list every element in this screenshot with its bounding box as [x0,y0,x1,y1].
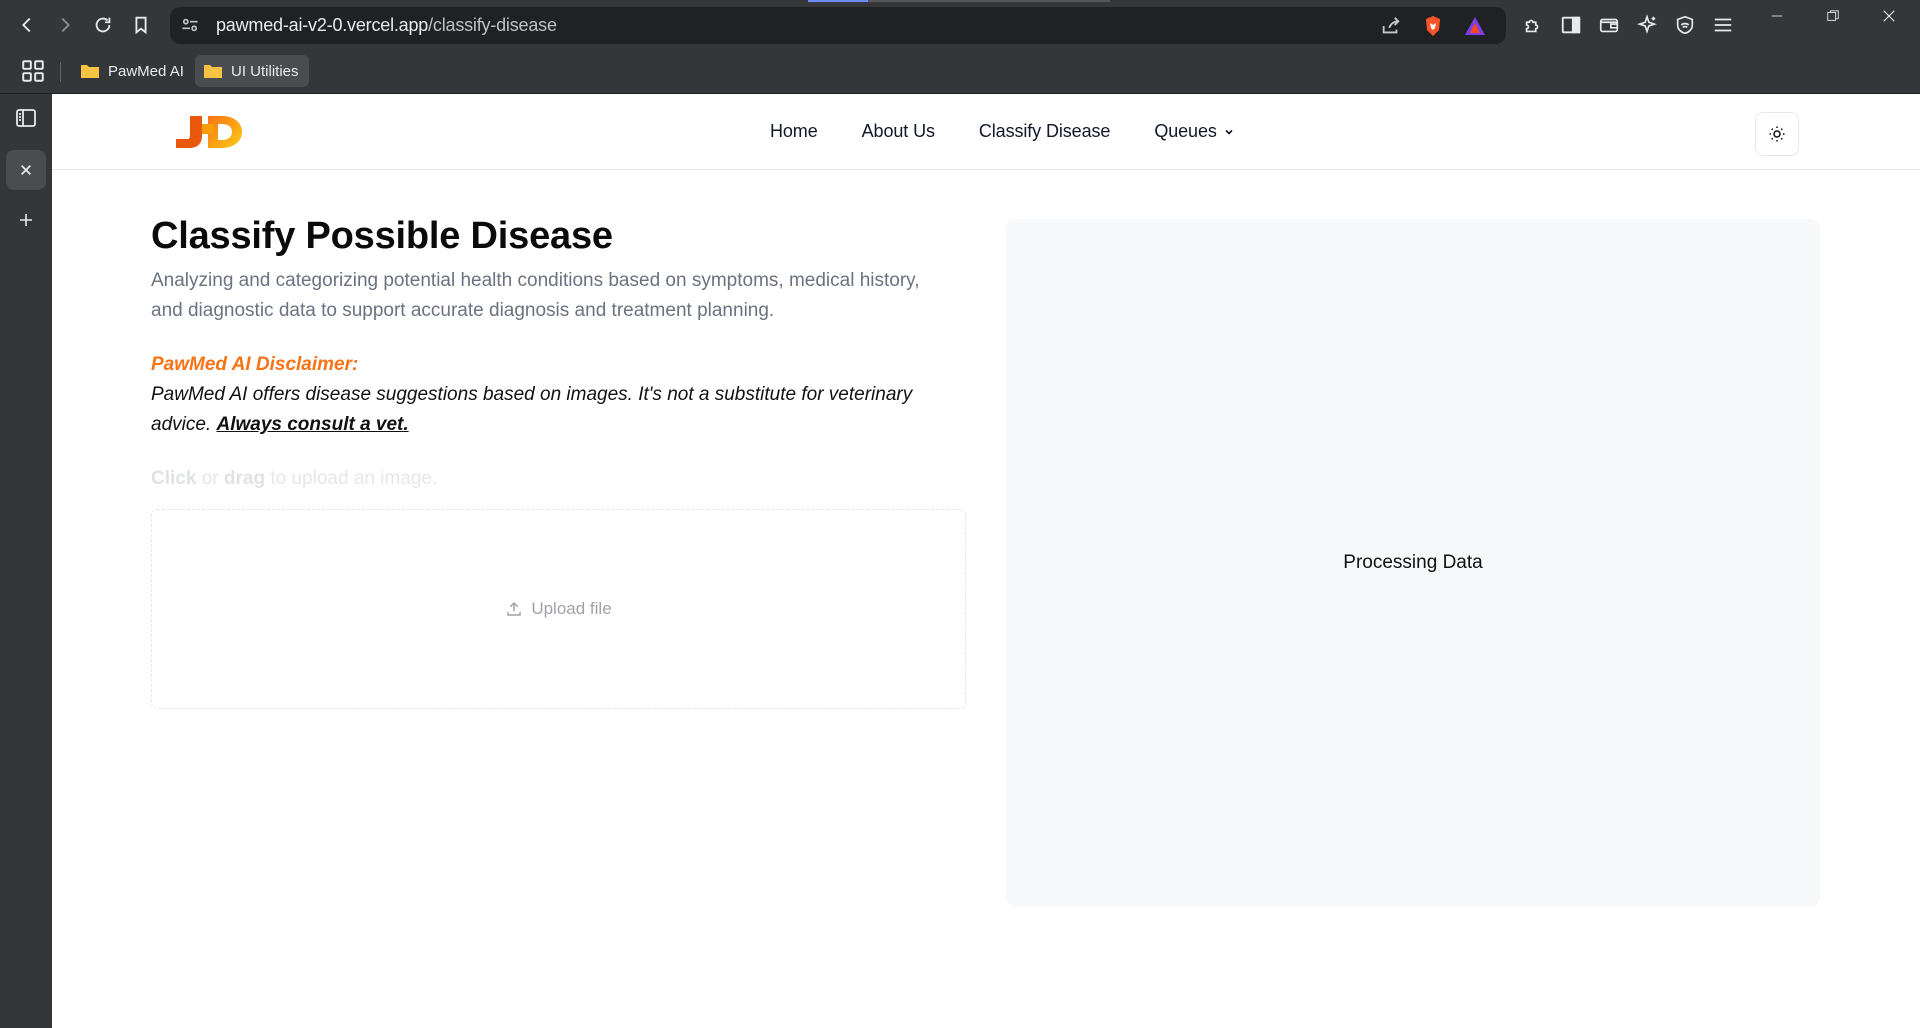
extensions-icon[interactable] [1518,10,1548,40]
upload-hint: Click or drag to upload an image. [151,464,971,494]
share-icon[interactable] [1378,13,1404,39]
restore-icon[interactable] [1810,2,1856,30]
processing-status: Processing Data [1343,552,1483,573]
minimize-icon[interactable] [1754,2,1800,30]
forward-icon[interactable] [50,10,80,40]
bookmark-label: PawMed AI [108,62,184,80]
consult-vet-link[interactable]: Always consult a vet. [216,414,408,435]
upload-hint-click: Click [151,468,197,489]
web-page: Home About Us Classify Disease Queues Cl… [52,94,1920,1028]
tab-strip [868,0,1110,2]
classify-section: Classify Possible Disease Analyzing and … [151,212,971,494]
site-navbar: Home About Us Classify Disease Queues [52,94,1920,170]
reload-icon[interactable] [88,10,118,40]
site-logo[interactable] [172,110,252,154]
sidebar-toggle-icon[interactable] [1556,10,1586,40]
bookmark-label: UI Utilities [231,62,299,80]
wallet-icon[interactable] [1594,10,1624,40]
upload-button[interactable]: Upload file [505,599,612,619]
bookmarks-bar: PawMed AI UI Utilities [0,50,1920,94]
sidebar-panel-icon[interactable] [6,98,46,138]
menu-icon[interactable] [1708,10,1738,40]
nav-about-us[interactable]: About Us [862,121,935,142]
leo-ai-icon[interactable] [1632,10,1662,40]
site-settings-icon[interactable] [180,15,200,35]
close-window-icon[interactable] [1866,2,1912,30]
nav-home[interactable]: Home [770,121,818,142]
page-title: Classify Possible Disease [151,215,613,257]
address-bar[interactable]: pawmed-ai-v2-0.vercel.app/classify-disea… [170,7,1506,44]
apps-grid-icon[interactable] [20,58,46,84]
upload-hint-drag: drag [223,468,266,489]
nav-queues-label: Queues [1154,121,1217,141]
upload-icon [507,601,522,616]
nav-classify-disease[interactable]: Classify Disease [979,121,1111,142]
browser-toolbar: pawmed-ai-v2-0.vercel.app/classify-disea… [0,0,1920,50]
upload-label: Upload file [531,599,612,618]
theme-toggle-button[interactable] [1755,112,1799,156]
disclaimer-title: PawMed AI Disclaimer: [151,354,359,375]
brave-rewards-icon[interactable] [1462,13,1488,39]
upload-dropzone[interactable]: Upload file [151,509,966,709]
bookmark-icon[interactable] [126,10,156,40]
tab-indicator [808,0,868,2]
bookmark-ui-utilities[interactable]: UI Utilities [195,55,309,87]
vpn-shield-icon[interactable] [1670,10,1700,40]
url-text[interactable]: pawmed-ai-v2-0.vercel.app/classify-disea… [216,15,557,36]
upload-hint-rest: to upload an image. [270,468,438,489]
disclaimer-text: PawMed AI offers disease suggestions bas… [151,380,931,440]
chevron-down-icon [1225,129,1233,135]
close-tab-icon[interactable] [6,150,46,190]
bookmark-separator [60,62,61,82]
nav-links: Home About Us Classify Disease Queues [770,121,1279,142]
bookmark-pawmed-ai[interactable]: PawMed AI [72,55,194,87]
folder-icon [81,65,99,78]
upload-hint-or: or [201,468,219,489]
folder-icon [204,65,222,78]
back-icon[interactable] [12,10,42,40]
browser-sidebar [0,94,52,1028]
brave-shield-icon[interactable] [1420,13,1446,39]
new-tab-icon[interactable] [6,200,46,240]
page-subtitle: Analyzing and categorizing potential hea… [151,270,920,321]
sun-icon [1769,126,1785,142]
nav-queues[interactable]: Queues [1154,121,1234,142]
result-panel: Processing Data [1006,219,1820,907]
